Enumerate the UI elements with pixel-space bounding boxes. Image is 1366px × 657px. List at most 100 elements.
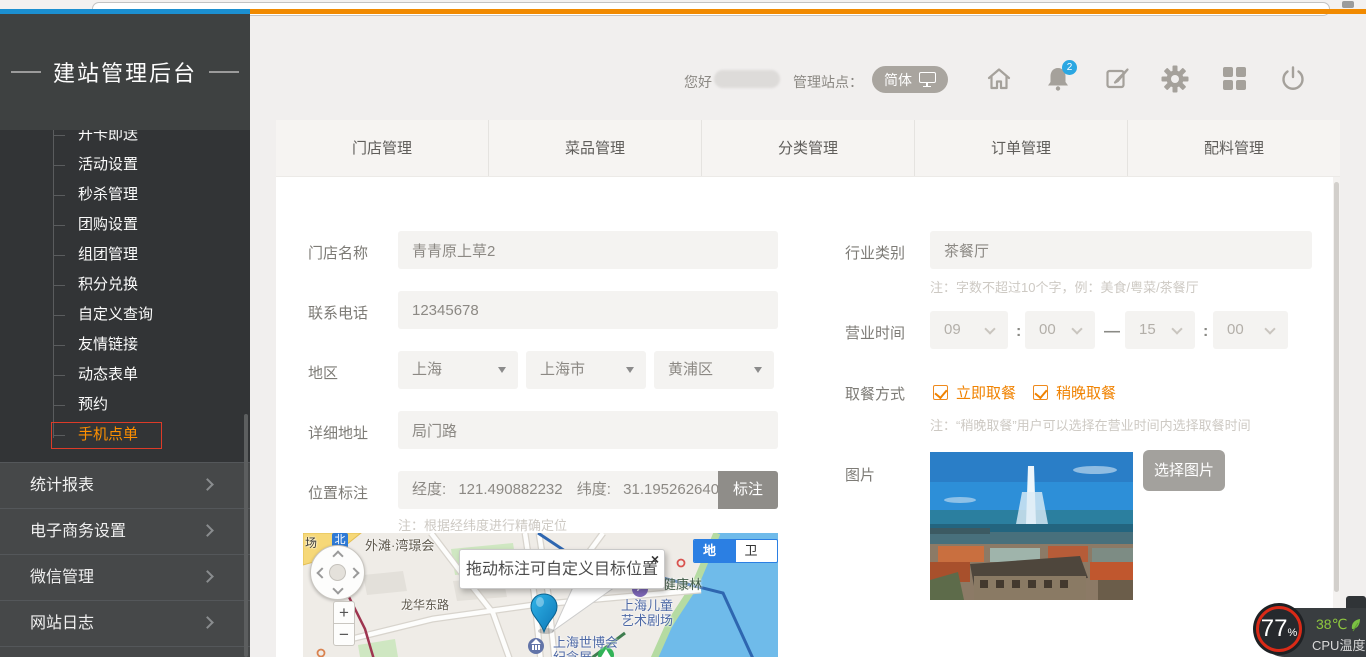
tree-tick xyxy=(53,345,65,346)
leaf-icon xyxy=(1350,618,1362,632)
sidebar-item-group-mgmt[interactable]: 组团管理 xyxy=(0,240,250,270)
checkbox-checked-icon[interactable] xyxy=(1033,385,1048,400)
sidebar-section-wechat[interactable]: 微信管理 xyxy=(0,554,250,600)
chevron-down-icon xyxy=(1071,323,1082,334)
sidebar-item-custom-query[interactable]: 自定义查询 xyxy=(0,300,250,330)
pickup-now-checkbox[interactable]: 立即取餐 xyxy=(933,382,1016,403)
logout-button[interactable] xyxy=(1278,64,1308,94)
sidebar-item-reservation[interactable]: 预约 xyxy=(0,390,250,420)
sidebar-section-ecommerce[interactable]: 电子商务设置 xyxy=(0,508,250,554)
tab-category-management[interactable]: 分类管理 xyxy=(702,120,915,176)
title-dash-left xyxy=(11,71,41,73)
sidebar-item-dynamic-form[interactable]: 动态表单 xyxy=(0,360,250,390)
close-minute-select[interactable]: 00 xyxy=(1213,311,1288,349)
store-name-label: 门店名称 xyxy=(308,242,368,263)
tab-order-management[interactable]: 订单管理 xyxy=(915,120,1128,176)
compose-button[interactable] xyxy=(1103,64,1133,94)
map[interactable]: 场 外滩·湾璟会 龙华东路 上海世博会纪念展 上海儿童艺术剧场 健康林 ♪ 北 … xyxy=(303,533,778,657)
map-label-road: 龙华东路 xyxy=(401,596,449,613)
sidebar-section-logs[interactable]: 网站日志 xyxy=(0,600,250,646)
sidebar-item-links[interactable]: 友情链接 xyxy=(0,330,250,360)
tab-dish-management[interactable]: 菜品管理 xyxy=(489,120,702,176)
home-button[interactable] xyxy=(984,64,1014,94)
map-zoom-out-button[interactable]: − xyxy=(333,623,355,646)
latitude-value: 31.1952626403 xyxy=(623,481,718,498)
panel-scrollbar[interactable] xyxy=(1334,182,1339,592)
district-select[interactable]: 黄浦区 xyxy=(654,351,774,389)
city-select[interactable]: 上海市 xyxy=(526,351,646,389)
sidebar-item-activity[interactable]: 活动设置 xyxy=(0,150,250,180)
coordinates-field[interactable]: 经度: 121.490882232 纬度: 31.1952626403 xyxy=(398,471,718,509)
home-icon xyxy=(984,64,1014,94)
title-dash-right xyxy=(209,71,239,73)
chevron-right-icon xyxy=(201,570,214,583)
form-panel: 门店名称 联系电话 地区 上海 上海市 黄浦区 详细地址 位置标注 经度: 12… xyxy=(276,177,1340,657)
tree-tick xyxy=(53,315,65,316)
map-label-expo: 上海世博会纪念展 xyxy=(553,635,618,657)
sidebar-item-mobile-order[interactable]: 手机点单 xyxy=(0,420,250,450)
username-redacted xyxy=(714,70,780,88)
notifications-button[interactable]: 2 xyxy=(1043,64,1073,94)
map-pan-control[interactable] xyxy=(310,545,365,600)
sidebar-item-groupon[interactable]: 团购设置 xyxy=(0,210,250,240)
pickup-now-label: 立即取餐 xyxy=(956,382,1016,403)
dropdown-arrow-icon xyxy=(754,367,762,373)
pickup-label: 取餐方式 xyxy=(845,383,905,404)
phone-input[interactable] xyxy=(398,291,778,329)
tooltip-close-icon[interactable]: × xyxy=(651,552,659,566)
topbar: 您好 管理站点： 简体 2 xyxy=(250,14,1366,120)
map-pin[interactable] xyxy=(529,593,559,635)
province-select[interactable]: 上海 xyxy=(398,351,518,389)
language-button[interactable]: 简体 xyxy=(872,66,948,93)
sidebar-item-seckill[interactable]: 秒杀管理 xyxy=(0,180,250,210)
sidebar-scrollbar[interactable] xyxy=(244,414,248,657)
sidebar-item-card-gift[interactable]: 开卡即送 xyxy=(0,130,250,150)
pan-up-icon[interactable] xyxy=(332,550,343,561)
tab-ingredient-management[interactable]: 配料管理 xyxy=(1128,120,1340,176)
map-type-map-button[interactable]: 地图 xyxy=(694,540,736,562)
map-zoom-in-button[interactable]: + xyxy=(333,601,355,624)
choose-image-button[interactable]: 选择图片 xyxy=(1143,450,1225,491)
map-label-children-theatre: 上海儿童艺术剧场 xyxy=(621,598,673,628)
open-hour-select[interactable]: 09 xyxy=(930,311,1008,349)
map-type-satellite-button[interactable]: 卫星 xyxy=(736,540,778,562)
photo-canvas xyxy=(930,452,1133,600)
sidebar-section-stats[interactable]: 统计报表 xyxy=(0,462,250,508)
tree-tick xyxy=(53,405,65,406)
tree-tick xyxy=(53,225,65,226)
store-name-input[interactable] xyxy=(398,231,778,269)
store-photo[interactable] xyxy=(930,452,1133,600)
close-hour-select[interactable]: 15 xyxy=(1125,311,1195,349)
address-input[interactable] xyxy=(398,411,778,449)
app-title: 建站管理后台 xyxy=(53,56,197,88)
tab-store-management[interactable]: 门店管理 xyxy=(276,120,489,176)
pan-down-icon[interactable] xyxy=(332,583,343,594)
map-tooltip: 拖动标注可自定义目标位置 × xyxy=(459,549,665,589)
tree-tick xyxy=(53,375,65,376)
time-dash: — xyxy=(1104,323,1120,341)
pan-left-icon[interactable] xyxy=(316,567,327,578)
tree-tick xyxy=(53,285,65,286)
pan-center[interactable] xyxy=(329,564,346,581)
checkbox-checked-icon[interactable] xyxy=(933,385,948,400)
pickup-later-label: 稍晚取餐 xyxy=(1056,382,1116,403)
settings-button[interactable] xyxy=(1160,64,1190,94)
pickup-note: 注：“稍晚取餐”用户可以选择在营业时间内选择取餐时间 xyxy=(930,415,1251,434)
pickup-later-checkbox[interactable]: 稍晚取餐 xyxy=(1033,382,1116,403)
monitor-icon xyxy=(919,72,936,87)
cpu-percent-sign: % xyxy=(1287,627,1297,639)
mark-location-button[interactable]: 标注 xyxy=(718,471,778,509)
edit-icon xyxy=(1103,64,1133,94)
browser-button[interactable] xyxy=(1342,1,1354,8)
location-note: 注：根据经纬度进行精确定位 xyxy=(398,515,567,534)
museum-icon xyxy=(528,638,544,654)
sidebar-item-points[interactable]: 积分兑换 xyxy=(0,270,250,300)
open-minute-select[interactable]: 00 xyxy=(1025,311,1095,349)
industry-input[interactable] xyxy=(930,231,1312,269)
region-label: 地区 xyxy=(308,362,338,383)
dropdown-arrow-icon xyxy=(626,367,634,373)
greeting-text: 您好 xyxy=(684,72,712,92)
browser-edge xyxy=(0,0,1366,9)
pan-right-icon[interactable] xyxy=(348,567,359,578)
apps-button[interactable] xyxy=(1220,64,1250,94)
